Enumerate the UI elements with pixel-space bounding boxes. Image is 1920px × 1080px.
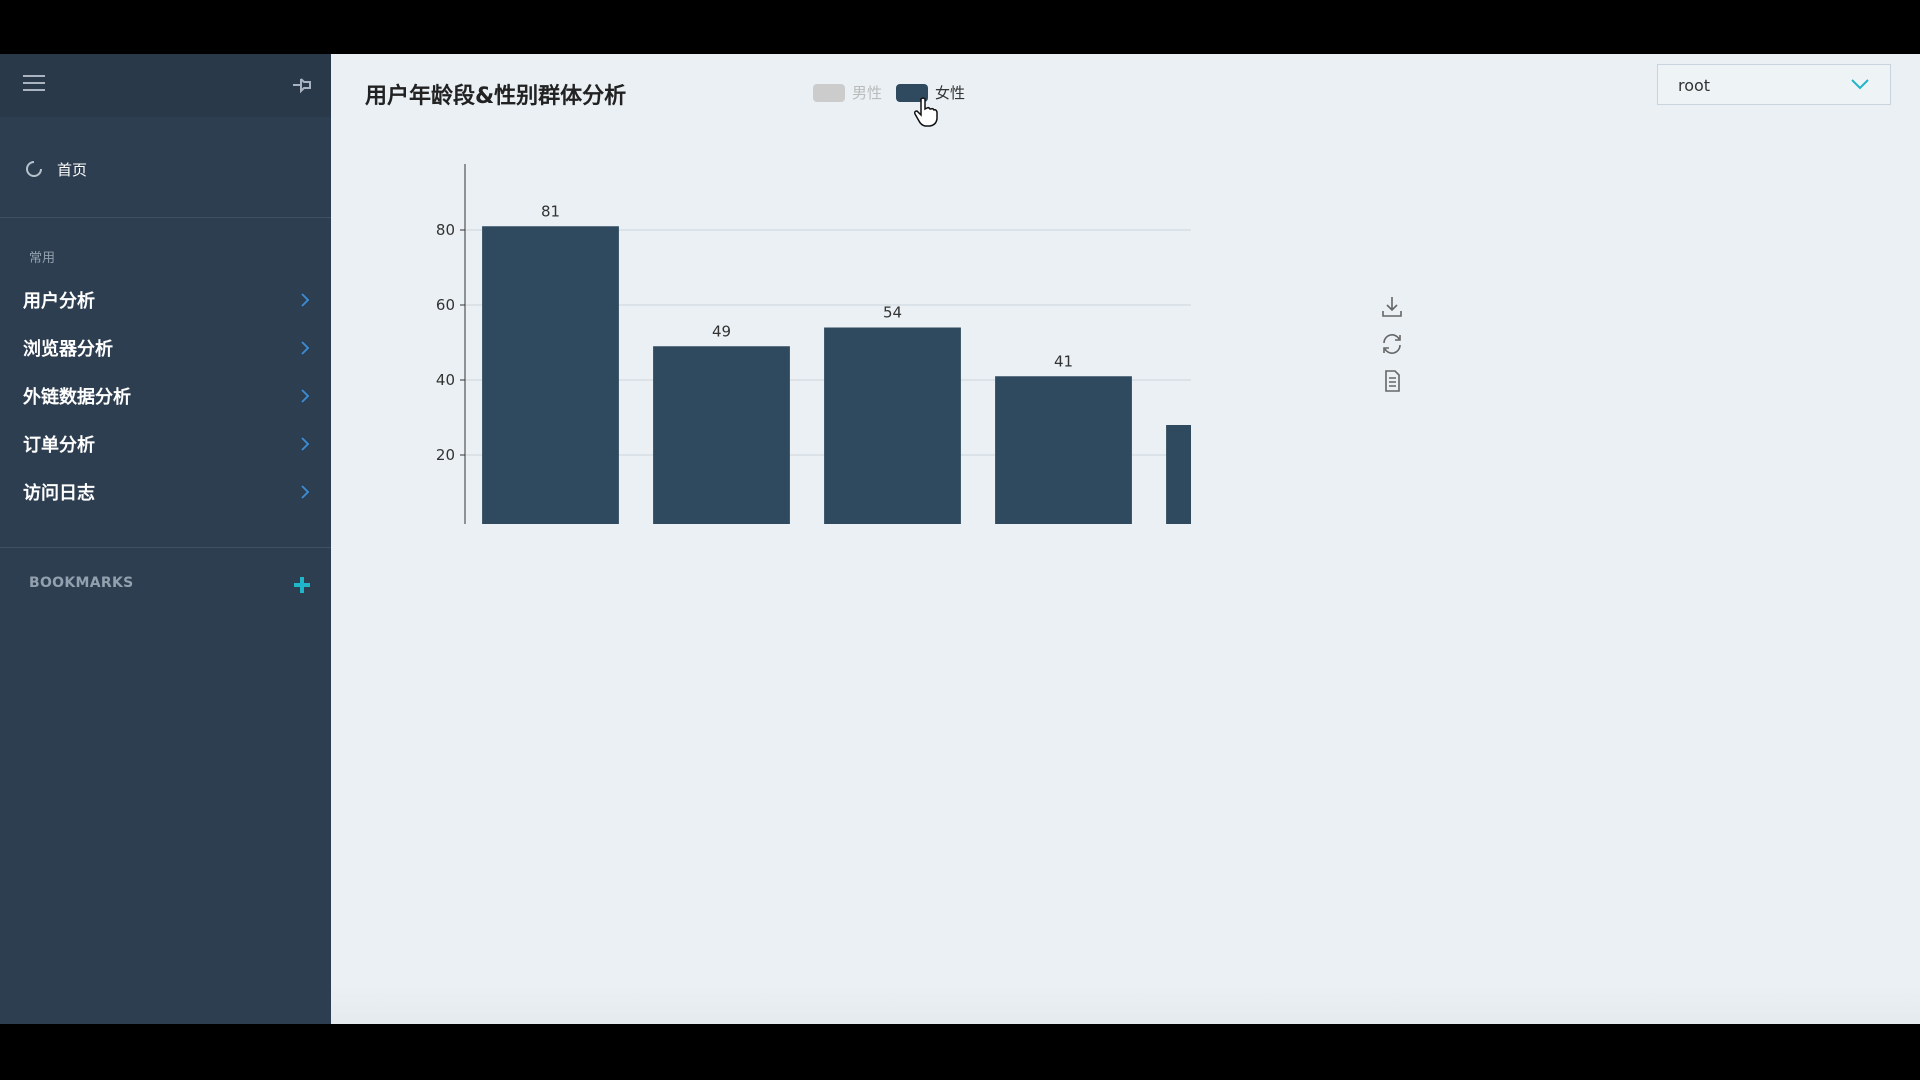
chevron-right-icon (301, 341, 310, 355)
menu-icon[interactable] (23, 75, 45, 93)
sidebar-item-user-analysis[interactable]: 用户分析 (0, 276, 331, 324)
sidebar-item-browser-analysis[interactable]: 浏览器分析 (0, 324, 331, 372)
legend-item-male[interactable]: 男性 (813, 82, 882, 103)
bar[interactable] (1166, 425, 1191, 524)
data-label: 54 (883, 304, 902, 322)
main-content: 用户年龄段&性别群体分析 男性 女性 root 020406080100810~… (331, 54, 1920, 1024)
data-label: 81 (541, 202, 560, 220)
legend-label: 男性 (852, 84, 883, 102)
y-tick-label: 20 (436, 446, 455, 464)
sidebar-item-order-analysis[interactable]: 订单分析 (0, 420, 331, 468)
pin-icon[interactable] (290, 74, 314, 96)
bookmarks-title: BOOKMARKS (29, 575, 134, 591)
bar-chart: 020406080100810~204921~305431~404141~502… (436, 164, 1191, 525)
sidebar-header (0, 54, 331, 117)
chart-legend: 男性 女性 (813, 82, 979, 103)
sidebar-item-access-log[interactable]: 访问日志 (0, 468, 331, 516)
data-label: 49 (712, 322, 731, 340)
sidebar-item-label: 订单分析 (23, 435, 95, 456)
chevron-right-icon (301, 485, 310, 499)
sidebar-item-label: 外链数据分析 (23, 387, 131, 408)
bar[interactable] (824, 327, 961, 525)
user-dropdown[interactable]: root (1657, 64, 1891, 105)
divider (0, 547, 331, 548)
refresh-icon[interactable] (1379, 331, 1405, 357)
y-tick-label: 60 (436, 296, 455, 314)
sidebar-item-label: 用户分析 (23, 291, 95, 312)
bar[interactable] (653, 346, 790, 524)
legend-swatch-male (813, 83, 845, 102)
bar[interactable] (995, 376, 1132, 524)
section-title: 常用 (29, 251, 56, 266)
app-window: 首页 常用 用户分析 浏览器分析 外链数据分析 订单分析 访问日志 BOOKMA… (0, 54, 1920, 1024)
sidebar-item-label: 访问日志 (23, 483, 95, 504)
divider (0, 217, 331, 218)
data-label: 41 (1054, 352, 1073, 370)
chevron-right-icon (301, 437, 310, 451)
sidebar-item-external-link-analysis[interactable]: 外链数据分析 (0, 372, 331, 420)
sidebar-menu: 用户分析 浏览器分析 外链数据分析 订单分析 访问日志 (0, 276, 331, 516)
chevron-right-icon (301, 293, 310, 307)
add-bookmark-icon[interactable] (291, 574, 313, 596)
download-icon[interactable] (1379, 294, 1405, 320)
hand-cursor-icon (913, 97, 939, 127)
bar[interactable] (482, 226, 619, 524)
y-tick-label: 80 (436, 221, 455, 239)
page-title: 用户年龄段&性别群体分析 (365, 84, 627, 109)
chevron-right-icon (301, 389, 310, 403)
chevron-down-icon (1851, 79, 1869, 90)
sidebar-item-home[interactable]: 首页 (25, 154, 87, 184)
sidebar: 首页 常用 用户分析 浏览器分析 外链数据分析 订单分析 访问日志 BOOKMA… (0, 54, 331, 1024)
sidebar-item-label: 浏览器分析 (23, 339, 113, 360)
sidebar-item-label: 首页 (57, 160, 88, 179)
y-tick-label: 40 (436, 371, 455, 389)
data-view-icon[interactable] (1379, 368, 1405, 394)
user-name: root (1678, 76, 1711, 95)
legend-label: 女性 (935, 84, 966, 102)
y-tick-label: 0 (445, 521, 455, 524)
chart-toolbox (1379, 294, 1407, 405)
bottom-edge (331, 984, 1920, 1024)
spinner-icon (25, 160, 43, 178)
